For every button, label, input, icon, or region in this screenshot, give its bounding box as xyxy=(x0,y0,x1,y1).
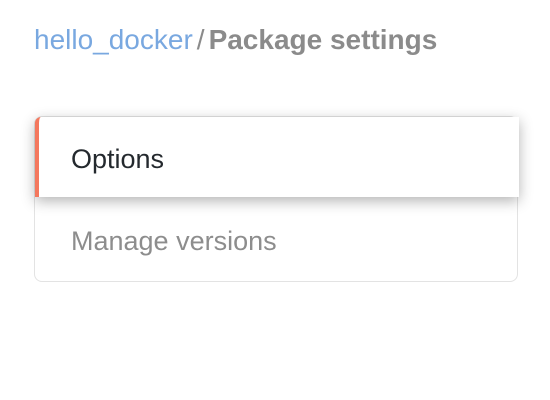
settings-menu: Manage versions Options xyxy=(34,116,519,282)
menu-item-options[interactable]: Options xyxy=(35,117,519,197)
package-settings-page: hello_docker / Package settings Manage ver… xyxy=(0,0,550,400)
breadcrumb-repo-link[interactable]: hello_docker xyxy=(34,24,193,55)
breadcrumb: hello_docker / Package settings xyxy=(34,22,437,58)
breadcrumb-separator: / xyxy=(196,24,205,55)
page-title: Package settings xyxy=(208,24,438,55)
menu-item-manage-versions[interactable]: Manage versions xyxy=(35,201,519,281)
